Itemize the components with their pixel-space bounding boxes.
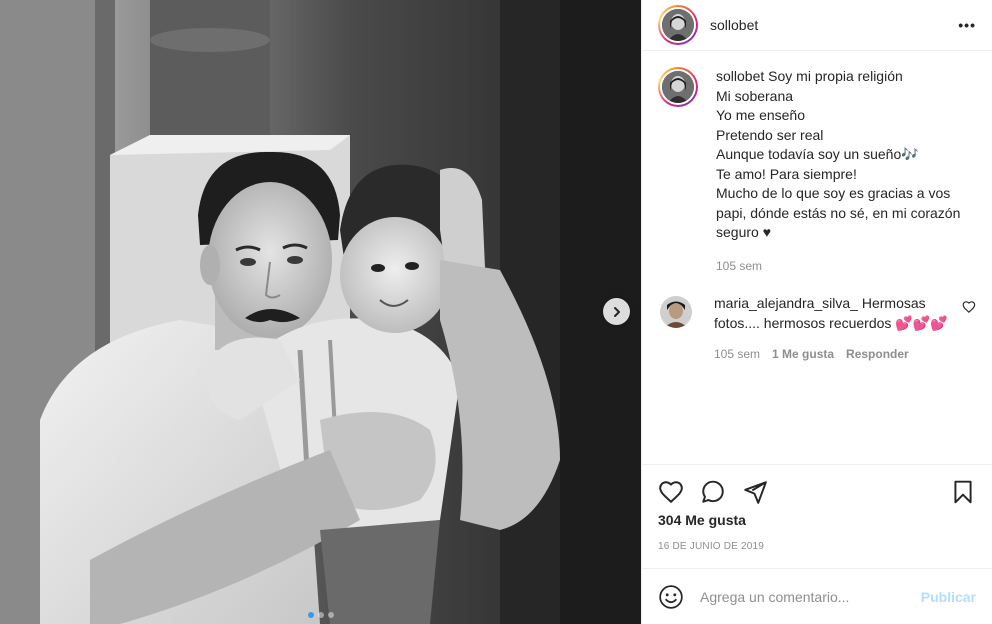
caption-line: Soy mi propia religión xyxy=(768,68,903,84)
carousel-indicator xyxy=(0,612,641,618)
caption: sollobet Soy mi propia religión Mi sober… xyxy=(658,67,976,276)
comment-like-heart-icon[interactable] xyxy=(962,300,976,314)
comment-timestamp[interactable]: 105 sem xyxy=(714,345,760,365)
comment-body: maria_alejandra_silva_ Hermosas fotos...… xyxy=(714,294,954,365)
commenter-avatar[interactable] xyxy=(660,296,692,328)
comments-list: sollobet Soy mi propia religión Mi sober… xyxy=(642,51,992,464)
carousel-dot xyxy=(307,612,314,618)
post-photo xyxy=(0,0,641,624)
carousel-dot xyxy=(317,612,324,618)
publish-button[interactable]: Publicar xyxy=(921,589,976,605)
caption-line: Yo me enseño xyxy=(716,107,805,123)
post-header: sollobet ••• xyxy=(642,0,992,51)
emoji-icon[interactable] xyxy=(658,584,684,610)
comment-input[interactable] xyxy=(700,588,921,605)
caption-line: Mi soberana xyxy=(716,87,794,104)
reply-button[interactable]: Responder xyxy=(846,345,909,365)
comment-meta: 105 sem 1 Me gusta Responder xyxy=(714,345,954,365)
post-date[interactable]: 16 DE JUNIO DE 2019 xyxy=(658,541,976,552)
add-comment-form: Publicar xyxy=(642,568,992,624)
caption-text: sollobet Soy mi propia religión Mi sober… xyxy=(716,67,974,276)
post-modal: sollobet ••• sollobet Soy mi propia reli… xyxy=(0,0,992,624)
bookmark-icon[interactable] xyxy=(950,479,976,505)
heart-icon[interactable] xyxy=(658,479,684,505)
comment-icon[interactable] xyxy=(700,479,726,505)
caption-line: Te amo! Para siempre! xyxy=(716,165,857,182)
more-options-button[interactable]: ••• xyxy=(958,17,976,33)
caption-line: Mucho de lo que soy es gracias a vos pap… xyxy=(716,185,961,240)
caption-timestamp[interactable]: 105 sem xyxy=(716,257,974,277)
comment-likes[interactable]: 1 Me gusta xyxy=(772,345,834,365)
comment-item: maria_alejandra_silva_ Hermosas fotos...… xyxy=(658,294,976,365)
chevron-right-icon xyxy=(613,306,620,317)
post-actions-section: 304 Me gusta 16 DE JUNIO DE 2019 xyxy=(642,464,992,568)
author-avatar[interactable] xyxy=(658,5,698,45)
caption-username[interactable]: sollobet xyxy=(716,68,764,84)
share-icon[interactable] xyxy=(742,479,768,505)
action-bar xyxy=(658,465,976,519)
carousel-dot xyxy=(327,612,334,618)
caption-line: Aunque todavía soy un sueño🎶 xyxy=(716,146,919,162)
commenter-username[interactable]: maria_alejandra_silva_ xyxy=(714,295,858,311)
caption-author-avatar[interactable] xyxy=(658,67,698,107)
post-media[interactable] xyxy=(0,0,641,624)
author-username[interactable]: sollobet xyxy=(710,17,958,33)
like-count[interactable]: 304 Me gusta xyxy=(658,512,976,528)
post-side-panel: sollobet ••• sollobet Soy mi propia reli… xyxy=(641,0,992,624)
carousel-next-button[interactable] xyxy=(603,298,630,325)
caption-line: Pretendo ser real xyxy=(716,126,824,143)
